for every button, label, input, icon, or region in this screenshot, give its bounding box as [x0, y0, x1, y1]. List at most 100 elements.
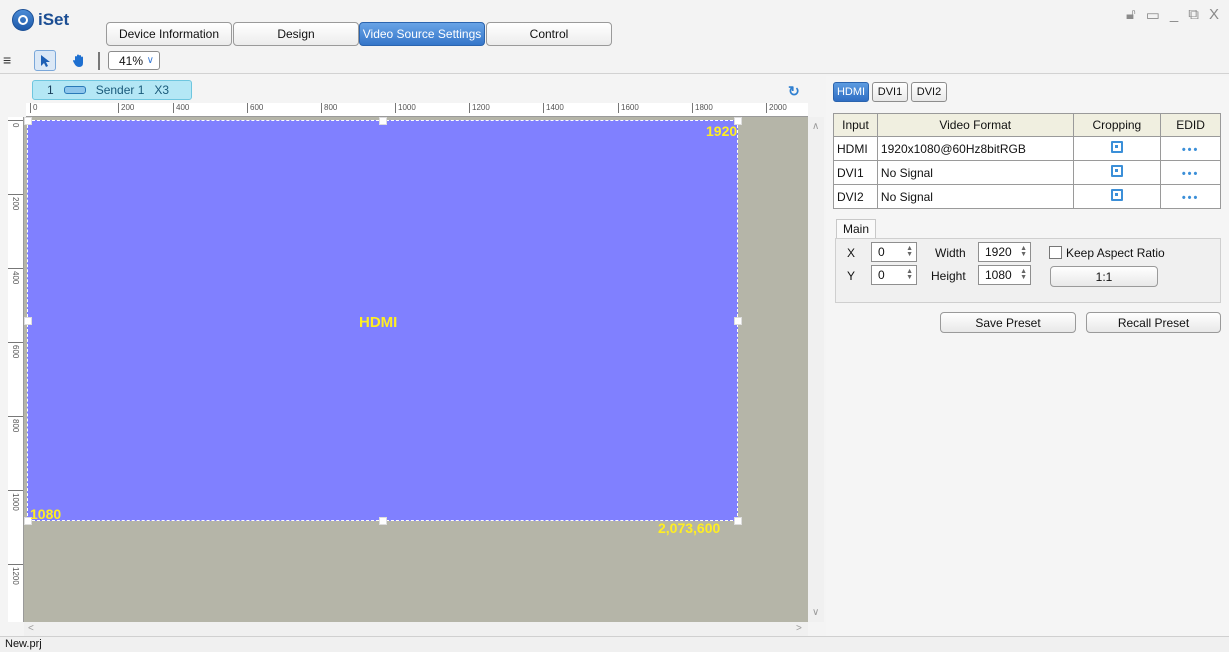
vertical-scrollbar[interactable]: ∧ ∨: [808, 117, 824, 622]
refresh-icon[interactable]: ↻: [788, 83, 800, 100]
save-preset-button[interactable]: Save Preset: [940, 312, 1076, 333]
width-stepper[interactable]: 1920 ▲ ▼: [978, 242, 1031, 262]
resize-handle[interactable]: [24, 317, 32, 325]
ruler-tick: 800: [8, 416, 23, 432]
video-format-cell: 1920x1080@60Hz8bitRGB: [876, 136, 1074, 161]
y-stepper[interactable]: 0 ▲ ▼: [871, 265, 917, 285]
restore-icon[interactable]: ⧉: [1188, 6, 1199, 24]
vertical-ruler: 0 200 400 600 800 1000 1200: [8, 117, 24, 622]
recall-preset-button[interactable]: Recall Preset: [1086, 312, 1221, 333]
scroll-left-icon[interactable]: <: [28, 623, 34, 634]
toolbar: ≡ 41% ∨: [0, 48, 1229, 74]
resize-handle[interactable]: [379, 117, 387, 125]
x-stepper[interactable]: 0 ▲ ▼: [871, 242, 917, 262]
ruler-tick: 200: [8, 194, 23, 210]
y-label: Y: [847, 269, 856, 283]
resize-handle[interactable]: [24, 117, 32, 125]
sender-name: Sender 1: [95, 83, 145, 97]
edid-cell: •••: [1160, 184, 1221, 209]
tab-video-source-settings[interactable]: Video Source Settings: [359, 22, 485, 46]
tab-design[interactable]: Design: [233, 22, 359, 46]
cropping-cell: [1072, 184, 1162, 209]
scroll-down-icon[interactable]: ∨: [812, 607, 819, 618]
zoom-select[interactable]: 41% ∨: [108, 51, 160, 70]
app-logo: iSet: [12, 9, 69, 31]
minimize-button[interactable]: _: [1170, 6, 1178, 24]
tab-main[interactable]: Main: [836, 219, 876, 239]
status-bar: New.prj: [0, 636, 1229, 652]
video-format-cell: No Signal: [876, 160, 1074, 185]
one-to-one-button[interactable]: 1:1: [1050, 266, 1158, 287]
resize-handle[interactable]: [734, 517, 742, 525]
horizontal-ruler: 0 200 400 600 800 1000 1200 1400 1600 18…: [26, 103, 808, 117]
stepper-arrows-icon[interactable]: ▲ ▼: [1020, 268, 1027, 281]
stepper-arrows-icon[interactable]: ▲ ▼: [1020, 245, 1027, 258]
ruler-tick: 600: [247, 103, 263, 113]
resize-handle[interactable]: [734, 317, 742, 325]
pan-tool-button[interactable]: [68, 50, 90, 71]
sender-model: X3: [154, 83, 170, 97]
cropping-cell: [1072, 160, 1162, 185]
stepper-arrows-icon[interactable]: ▲ ▼: [906, 268, 913, 281]
ruler-tick: 1600: [618, 103, 639, 113]
table-row[interactable]: DVI1 No Signal •••: [833, 160, 1221, 185]
sender-index: 1: [47, 83, 54, 97]
table-header-row: Input Video Format Cropping EDID: [833, 113, 1221, 137]
ruler-tick: 400: [8, 268, 23, 284]
scroll-up-icon[interactable]: ∧: [812, 121, 819, 132]
monitor-icon[interactable]: ▭: [1146, 6, 1160, 24]
logo-icon: [12, 9, 34, 31]
table-row[interactable]: HDMI 1920x1080@60Hz8bitRGB •••: [833, 136, 1221, 161]
table-row[interactable]: DVI2 No Signal •••: [833, 184, 1221, 209]
sender-device-icon: [63, 86, 86, 94]
edid-more-button[interactable]: •••: [1182, 144, 1200, 156]
column-header-cropping: Cropping: [1072, 113, 1162, 137]
tab-control[interactable]: Control: [486, 22, 612, 46]
window-controls: 🔓︎ ▭ _ ⧉ X: [1126, 6, 1219, 24]
ruler-tick: 1000: [8, 490, 23, 511]
x-label: X: [847, 246, 856, 260]
column-header-input: Input: [833, 113, 878, 137]
scroll-right-icon[interactable]: >: [796, 623, 802, 634]
design-canvas[interactable]: 1920 HDMI 1080 2,073,600: [24, 117, 808, 622]
source-tab-dvi2[interactable]: DVI2: [911, 82, 947, 102]
logo-text: iSet: [38, 10, 70, 29]
layer-width-label: 1920: [706, 123, 738, 139]
input-source-table: Input Video Format Cropping EDID HDMI 19…: [833, 113, 1221, 209]
edid-cell: •••: [1160, 160, 1221, 185]
ruler-tick: 400: [173, 103, 189, 113]
lock-icon[interactable]: 🔓︎: [1126, 6, 1136, 24]
title-bar: iSet Device Information Design Video Sou…: [0, 0, 1229, 48]
stepper-arrows-icon[interactable]: ▲ ▼: [906, 245, 913, 258]
crop-icon[interactable]: [1110, 141, 1123, 153]
layer-height-label: 1080: [30, 506, 62, 522]
edid-more-button[interactable]: •••: [1182, 168, 1200, 180]
project-file-name: New.prj: [5, 638, 42, 650]
column-header-video-format: Video Format: [876, 113, 1074, 137]
cropping-cell: [1072, 136, 1162, 161]
edid-more-button[interactable]: •••: [1182, 192, 1200, 204]
menu-icon[interactable]: ≡: [3, 52, 15, 68]
ruler-tick: 1800: [692, 103, 713, 113]
x-value: 0: [878, 245, 885, 259]
source-tab-dvi1[interactable]: DVI1: [872, 82, 908, 102]
keep-aspect-ratio-checkbox[interactable]: [1049, 246, 1062, 259]
ruler-tick: 200: [118, 103, 134, 113]
height-stepper[interactable]: 1080 ▲ ▼: [978, 265, 1031, 285]
close-button[interactable]: X: [1209, 6, 1219, 24]
crop-icon[interactable]: [1110, 189, 1123, 201]
source-tab-hdmi[interactable]: HDMI: [833, 82, 869, 102]
height-value: 1080: [985, 268, 1012, 282]
keep-aspect-ratio-label: Keep Aspect Ratio: [1066, 246, 1165, 260]
ruler-tick: 1000: [395, 103, 416, 113]
horizontal-scrollbar[interactable]: < >: [24, 622, 808, 636]
chevron-down-icon: ∨: [146, 55, 154, 66]
sender-tab[interactable]: 1 Sender 1 X3: [32, 80, 192, 100]
select-tool-button[interactable]: [34, 50, 56, 71]
resize-handle[interactable]: [379, 517, 387, 525]
y-value: 0: [878, 268, 885, 282]
ruler-tick: 600: [8, 342, 23, 358]
crop-icon[interactable]: [1110, 165, 1123, 177]
tab-device-information[interactable]: Device Information: [106, 22, 232, 46]
hdmi-layer[interactable]: 1920 HDMI 1080: [24, 117, 742, 525]
